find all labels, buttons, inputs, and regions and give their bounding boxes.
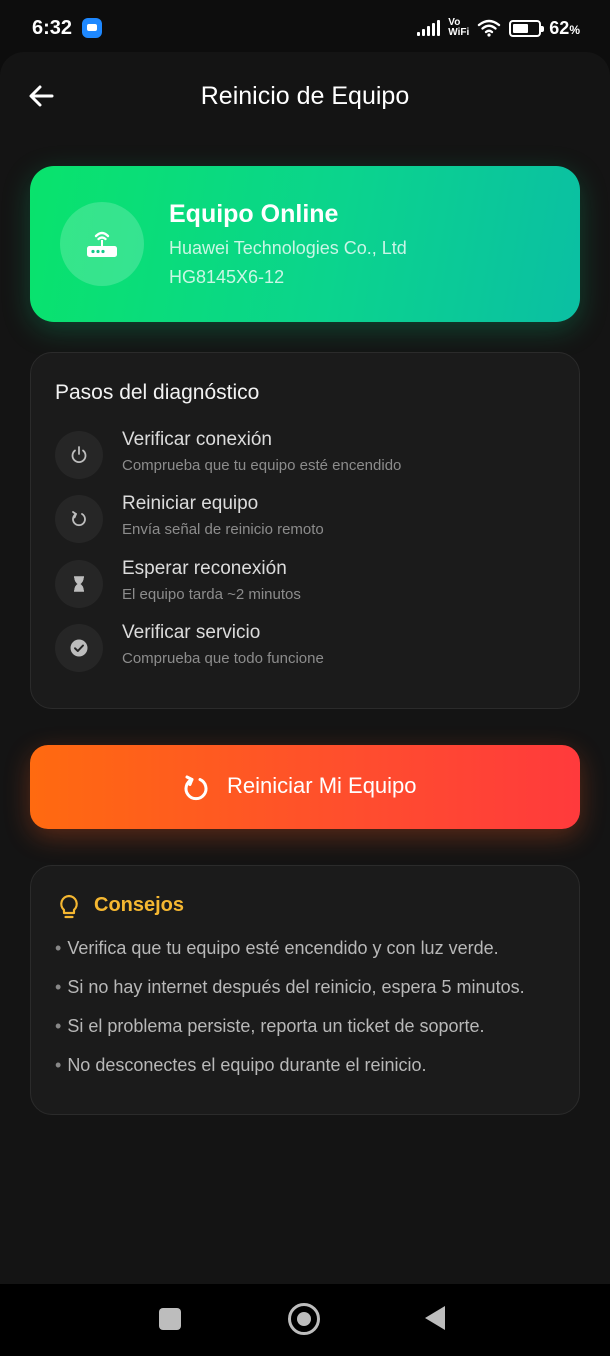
step-title: Verificar conexión [122, 429, 272, 450]
battery-percent-value: 62 [549, 17, 570, 38]
hourglass-icon [74, 576, 84, 592]
vowifi-bottom-text: WiFi [448, 27, 470, 38]
status-time: 6:32 [32, 17, 73, 39]
square-icon[interactable] [159, 1308, 181, 1330]
tip-bullet: • [55, 1055, 62, 1075]
device-status-card: Equipo Online Huawei Technologies Co., L… [30, 166, 580, 322]
step-description: Envía señal de reinicio remoto [122, 521, 324, 538]
step-icon-badge [55, 431, 103, 479]
step-wait-reconnection: Esperar reconexión El equipo tarda ~2 mi… [55, 558, 555, 608]
power-icon [71, 446, 87, 464]
lightbulb-icon [60, 894, 78, 919]
cell-signal-icon [417, 20, 441, 36]
step-description: El equipo tarda ~2 minutos [122, 586, 301, 603]
step-icon-badge [55, 560, 103, 608]
device-brand: Huawei Technologies Co., Ltd [169, 238, 407, 258]
system-nav-bar [0, 1284, 610, 1356]
tips-card: Consejos • Verifica que tu equipo esté en… [30, 865, 580, 1115]
tip-text: Si el problema persiste, reporta un tick… [67, 1016, 485, 1036]
step-restart-device: Reiniciar equipo Envía señal de reinicio… [55, 493, 555, 543]
tip-item: • Verifica que tu equipo esté encendido y… [55, 938, 499, 959]
tip-text: Verifica que tu equipo esté encendido y … [67, 938, 499, 958]
check-circle-icon [70, 639, 88, 657]
step-title: Esperar reconexión [122, 558, 287, 579]
tip-item: • Si no hay internet después del reinicio… [55, 977, 525, 998]
router-icon-badge [60, 202, 144, 286]
restart-button-label: Reiniciar Mi Equipo [227, 773, 417, 798]
diagnostic-steps-card: Pasos del diagnóstico Verificar conexión… [30, 352, 580, 709]
step-title: Verificar servicio [122, 622, 261, 643]
step-icon-badge [55, 624, 103, 672]
battery-icon [509, 19, 545, 37]
tips-title: Consejos [94, 894, 185, 916]
vowifi-indicator: Vo WiFi [448, 18, 469, 38]
tip-text: No desconectes el equipo durante el rein… [67, 1055, 427, 1075]
device-status: Equipo Online [169, 200, 339, 228]
status-bar: 6:32 Vo WiFi 62% [0, 0, 610, 56]
step-verify-connection: Verificar conexión Comprueba que tu equi… [55, 429, 555, 479]
tip-bullet: • [55, 1016, 62, 1036]
battery-percent: 62% [549, 18, 580, 39]
restart-icon [184, 775, 208, 801]
restart-icon [72, 511, 86, 527]
wifi-icon [478, 19, 501, 37]
step-description: Comprueba que todo funcione [122, 650, 324, 667]
restart-device-button[interactable]: Reiniciar Mi Equipo [30, 745, 580, 829]
tip-item: • No desconectes el equipo durante el rei… [55, 1055, 427, 1076]
tip-bullet: • [55, 938, 62, 958]
messages-app-icon [82, 18, 102, 38]
home-circle-icon[interactable] [288, 1303, 320, 1335]
router-icon [87, 231, 117, 257]
step-icon-badge [55, 495, 103, 543]
step-verify-service: Verificar servicio Comprueba que todo fu… [55, 622, 555, 672]
device-model: HG8145X6-12 [169, 267, 285, 287]
page-title: Reinicio de Equipo [200, 82, 410, 110]
battery-percent-unit: % [569, 22, 580, 37]
tip-item: • Si el problema persiste, reporta un tic… [55, 1016, 485, 1037]
triangle-back-icon[interactable] [425, 1306, 445, 1330]
step-title: Reiniciar equipo [122, 493, 259, 514]
status-indicators: Vo WiFi 62% [417, 16, 580, 40]
tip-text: Si no hay internet después del reinicio,… [67, 977, 525, 997]
tip-bullet: • [55, 977, 62, 997]
steps-title: Pasos del diagnóstico [55, 381, 260, 404]
step-description: Comprueba que tu equipo esté encendido [122, 457, 402, 474]
